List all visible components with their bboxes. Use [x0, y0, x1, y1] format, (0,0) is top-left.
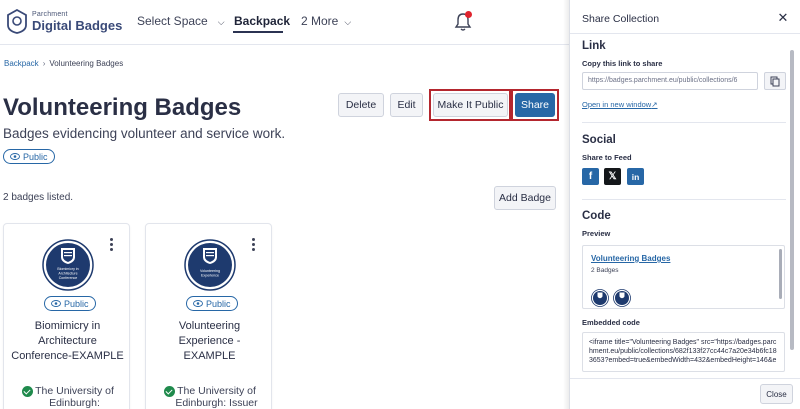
verified-check-icon: [22, 386, 33, 397]
chevron-down-icon: ⌵: [344, 17, 352, 27]
nav-more-label: 2 More: [301, 14, 339, 28]
social-subheading: Share to Feed: [582, 153, 632, 162]
visibility-badge: Public: [44, 296, 96, 311]
badge-card[interactable]: Volunteering Experience Public Volunteer…: [145, 223, 272, 409]
logo-subtitle: Parchment: [32, 11, 68, 18]
badge-image-text-3: Conference: [59, 276, 78, 280]
badge-image-text-2: Architecture: [58, 272, 77, 276]
parchment-logo[interactable]: Parchment Digital Badges: [6, 8, 123, 36]
share-link-field[interactable]: https://badges.parchment.eu/public/colle…: [582, 72, 758, 90]
logo-icon: [7, 9, 27, 34]
x-share-icon[interactable]: 𝕏: [604, 168, 621, 185]
link-subheading: Copy this link to share: [582, 59, 663, 68]
visibility-badge: Public: [3, 149, 55, 164]
close-button[interactable]: Close: [760, 384, 793, 404]
more-options-icon[interactable]: [252, 238, 256, 252]
external-link-icon: ↗: [651, 100, 658, 109]
preview-collection-title[interactable]: Volunteering Badges: [591, 254, 670, 263]
visibility-label: Public: [206, 298, 231, 309]
issuer-name: The University of Edinburgh: Issuer Exam…: [175, 385, 258, 409]
share-collection-panel: Share Collection ✕ Link Copy this link t…: [569, 0, 800, 409]
eye-icon: [10, 153, 20, 160]
nav-select-space[interactable]: Select Space ⌵: [137, 14, 225, 28]
nav-active-indicator: [233, 31, 283, 33]
badge-issuer: The University of Edinburgh:: [22, 385, 127, 409]
issuer-name: The University of Edinburgh:: [35, 385, 114, 409]
embedded-code-label: Embedded code: [582, 318, 640, 327]
visibility-badge: Public: [186, 296, 238, 311]
nav-backpack[interactable]: Backpack: [234, 14, 290, 28]
link-heading: Link: [582, 40, 606, 52]
nav-more[interactable]: 2 More ⌵: [301, 14, 351, 28]
preview-badge-count: 2 Badges: [591, 267, 619, 274]
highlight-box-share: [511, 89, 559, 121]
social-heading: Social: [582, 134, 616, 146]
badge-count-text: 2 badges listed.: [3, 192, 74, 203]
breadcrumb-backpack-link[interactable]: Backpack: [4, 59, 39, 68]
notification-dot: [465, 11, 472, 18]
visibility-label: Public: [23, 151, 48, 162]
breadcrumb: Backpack › Volunteering Badges: [4, 59, 123, 68]
badge-card[interactable]: Biomimicry in Architecture Conference Pu…: [3, 223, 130, 409]
panel-scroll-area[interactable]: Link Copy this link to share https://bad…: [570, 34, 800, 374]
verified-check-icon: [164, 386, 175, 397]
nav-select-space-label: Select Space: [137, 14, 208, 28]
badge-name[interactable]: Volunteering Experience - EXAMPLE: [152, 319, 267, 364]
panel-title: Share Collection: [582, 13, 660, 25]
panel-scrollbar[interactable]: [790, 50, 794, 350]
page-title: Volunteering Badges: [3, 94, 242, 121]
preview-scrollbar[interactable]: [779, 249, 782, 299]
app-main: Parchment Digital Badges Select Space ⌵ B…: [0, 0, 569, 409]
section-divider: [582, 199, 786, 200]
highlight-box-make-public: [429, 89, 511, 121]
preview-label: Preview: [582, 229, 611, 238]
top-navigation: Parchment Digital Badges Select Space ⌵ B…: [0, 0, 569, 45]
close-icon[interactable]: ✕: [776, 11, 790, 25]
logo-title: Digital Badges: [32, 18, 123, 33]
eye-icon: [51, 300, 61, 307]
open-in-new-window-link[interactable]: Open in new window↗: [582, 100, 658, 109]
panel-footer-divider: [570, 378, 800, 379]
badge-name[interactable]: Biomimicry in Architecture Conference-EX…: [10, 319, 125, 364]
code-heading: Code: [582, 210, 611, 222]
badge-image-text-2: Experience: [201, 274, 219, 278]
open-in-new-window-label: Open in new window: [582, 100, 652, 109]
section-divider: [582, 122, 786, 123]
facebook-share-icon[interactable]: f: [582, 168, 599, 185]
embedded-code-field[interactable]: <iframe title="Volunteering Badges" src=…: [582, 332, 785, 372]
collection-description: Badges evidencing volunteer and service …: [3, 126, 286, 141]
embed-preview: Volunteering Badges 2 Badges: [582, 245, 785, 309]
linkedin-share-icon[interactable]: in: [627, 168, 644, 185]
add-badge-button[interactable]: Add Badge: [494, 186, 556, 210]
preview-badge-image: [591, 289, 609, 307]
badge-image-text-1: Volunteering: [200, 269, 220, 273]
preview-badge-image: [613, 289, 631, 307]
chevron-right-icon: ›: [42, 59, 46, 68]
edit-button[interactable]: Edit: [390, 93, 423, 117]
badge-issuer: The University of Edinburgh: Issuer Exam…: [164, 385, 269, 409]
visibility-label: Public: [64, 298, 89, 309]
delete-button[interactable]: Delete: [338, 93, 384, 117]
eye-icon: [193, 300, 203, 307]
chevron-down-icon: ⌵: [217, 17, 225, 27]
more-options-icon[interactable]: [110, 238, 114, 252]
copy-icon: [770, 76, 780, 87]
badge-image: Volunteering Experience: [184, 239, 236, 291]
breadcrumb-current: Volunteering Badges: [49, 59, 124, 68]
badge-image-text-1: Biomimicry in: [57, 267, 78, 271]
badge-image: Biomimicry in Architecture Conference: [42, 239, 94, 291]
copy-link-button[interactable]: [764, 72, 786, 90]
